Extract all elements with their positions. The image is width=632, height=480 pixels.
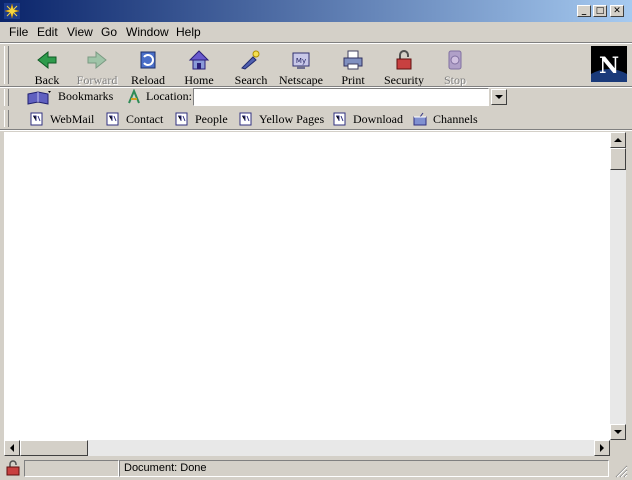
- home-button[interactable]: Home: [174, 46, 224, 88]
- menu-window[interactable]: Window: [126, 25, 169, 39]
- printer-icon: [343, 50, 363, 70]
- title-bar[interactable]: _ □ ✕: [0, 0, 632, 22]
- resize-grip-icon[interactable]: [614, 464, 628, 478]
- logo-letter: N: [599, 53, 619, 79]
- toolbar-grip[interactable]: [4, 46, 9, 84]
- people-label: People: [195, 112, 228, 126]
- bookmarks-icon[interactable]: [26, 90, 52, 106]
- people-bookmark[interactable]: People: [175, 111, 228, 127]
- forward-arrow-icon: [87, 50, 107, 70]
- vertical-scroll-thumb[interactable]: [610, 148, 626, 170]
- stop-icon: [448, 50, 462, 70]
- page-content[interactable]: [4, 132, 610, 440]
- stop-button[interactable]: Stop: [430, 46, 480, 88]
- scroll-corner: [610, 440, 626, 456]
- scroll-right-button[interactable]: [594, 440, 610, 456]
- netscape-star-icon: [4, 3, 20, 19]
- security-button[interactable]: Security: [379, 46, 429, 88]
- home-icon: [188, 50, 210, 70]
- navigation-toolbar: Back Forward Reload Home Search My Netsc…: [0, 44, 632, 88]
- location-grip[interactable]: [4, 89, 9, 106]
- menu-view[interactable]: View: [67, 25, 93, 39]
- vertical-scrollbar[interactable]: [610, 132, 626, 440]
- netscape-button[interactable]: My Netscape: [276, 46, 326, 88]
- progress-panel: [24, 460, 119, 477]
- security-lock-icon[interactable]: [4, 460, 22, 476]
- search-icon: [241, 50, 260, 70]
- menu-bar: File Edit View Go Window Help: [0, 22, 632, 42]
- download-bookmark[interactable]: Download: [333, 111, 403, 127]
- channels-icon: [413, 112, 427, 126]
- netscape-logo[interactable]: N: [591, 46, 627, 82]
- back-arrow-icon: [37, 50, 57, 70]
- lock-icon: [396, 50, 412, 70]
- download-label: Download: [353, 112, 403, 126]
- minimize-button[interactable]: _: [577, 5, 591, 17]
- url-dropdown-button[interactable]: [491, 89, 507, 105]
- bookmark-page-icon: [175, 112, 188, 126]
- contact-label: Contact: [126, 112, 164, 126]
- location-label: Location:: [146, 89, 192, 103]
- content-divider: [0, 129, 632, 131]
- menu-file[interactable]: File: [9, 25, 28, 39]
- horizontal-scroll-thumb[interactable]: [20, 440, 88, 456]
- arrow-up-icon: [614, 138, 622, 142]
- status-text: Document: Done: [119, 460, 609, 477]
- menu-edit[interactable]: Edit: [37, 25, 58, 39]
- arrow-down-icon: [614, 430, 622, 434]
- netscape-n-icon: N: [591, 46, 627, 82]
- personal-grip[interactable]: [4, 110, 9, 127]
- maximize-button[interactable]: □: [593, 5, 607, 17]
- bookmarks-label[interactable]: Bookmarks: [58, 89, 113, 104]
- menu-go[interactable]: Go: [101, 25, 117, 39]
- page-proxy-icon[interactable]: [126, 89, 142, 105]
- search-button[interactable]: Search: [226, 46, 276, 88]
- scroll-down-button[interactable]: [610, 424, 626, 440]
- reload-button[interactable]: Reload: [123, 46, 173, 88]
- webmail-bookmark[interactable]: WebMail: [30, 111, 94, 127]
- menu-help[interactable]: Help: [176, 25, 201, 39]
- yellow-pages-label: Yellow Pages: [259, 112, 325, 126]
- channels-bookmark[interactable]: Channels: [413, 111, 478, 127]
- url-input[interactable]: [193, 88, 489, 106]
- yellow-pages-bookmark[interactable]: Yellow Pages: [239, 111, 324, 127]
- bookmark-page-icon: [239, 112, 252, 126]
- scroll-left-button[interactable]: [4, 440, 20, 456]
- contact-bookmark[interactable]: Contact: [106, 111, 163, 127]
- forward-button[interactable]: Forward: [72, 46, 122, 88]
- arrow-right-icon: [600, 444, 604, 452]
- print-button[interactable]: Print: [328, 46, 378, 88]
- scroll-up-button[interactable]: [610, 132, 626, 148]
- my-netscape-icon: My: [292, 52, 310, 69]
- bookmark-page-icon: [333, 112, 346, 126]
- reload-icon: [140, 51, 156, 69]
- svg-text:My: My: [296, 57, 306, 65]
- close-button[interactable]: ✕: [610, 5, 624, 17]
- arrow-left-icon: [10, 444, 14, 452]
- chevron-down-icon: [495, 95, 503, 99]
- back-button[interactable]: Back: [22, 46, 72, 88]
- bookmark-page-icon: [106, 112, 119, 126]
- bookmark-page-icon: [30, 112, 43, 126]
- webmail-label: WebMail: [50, 112, 95, 126]
- channels-label: Channels: [433, 112, 478, 126]
- horizontal-scrollbar[interactable]: [4, 440, 610, 456]
